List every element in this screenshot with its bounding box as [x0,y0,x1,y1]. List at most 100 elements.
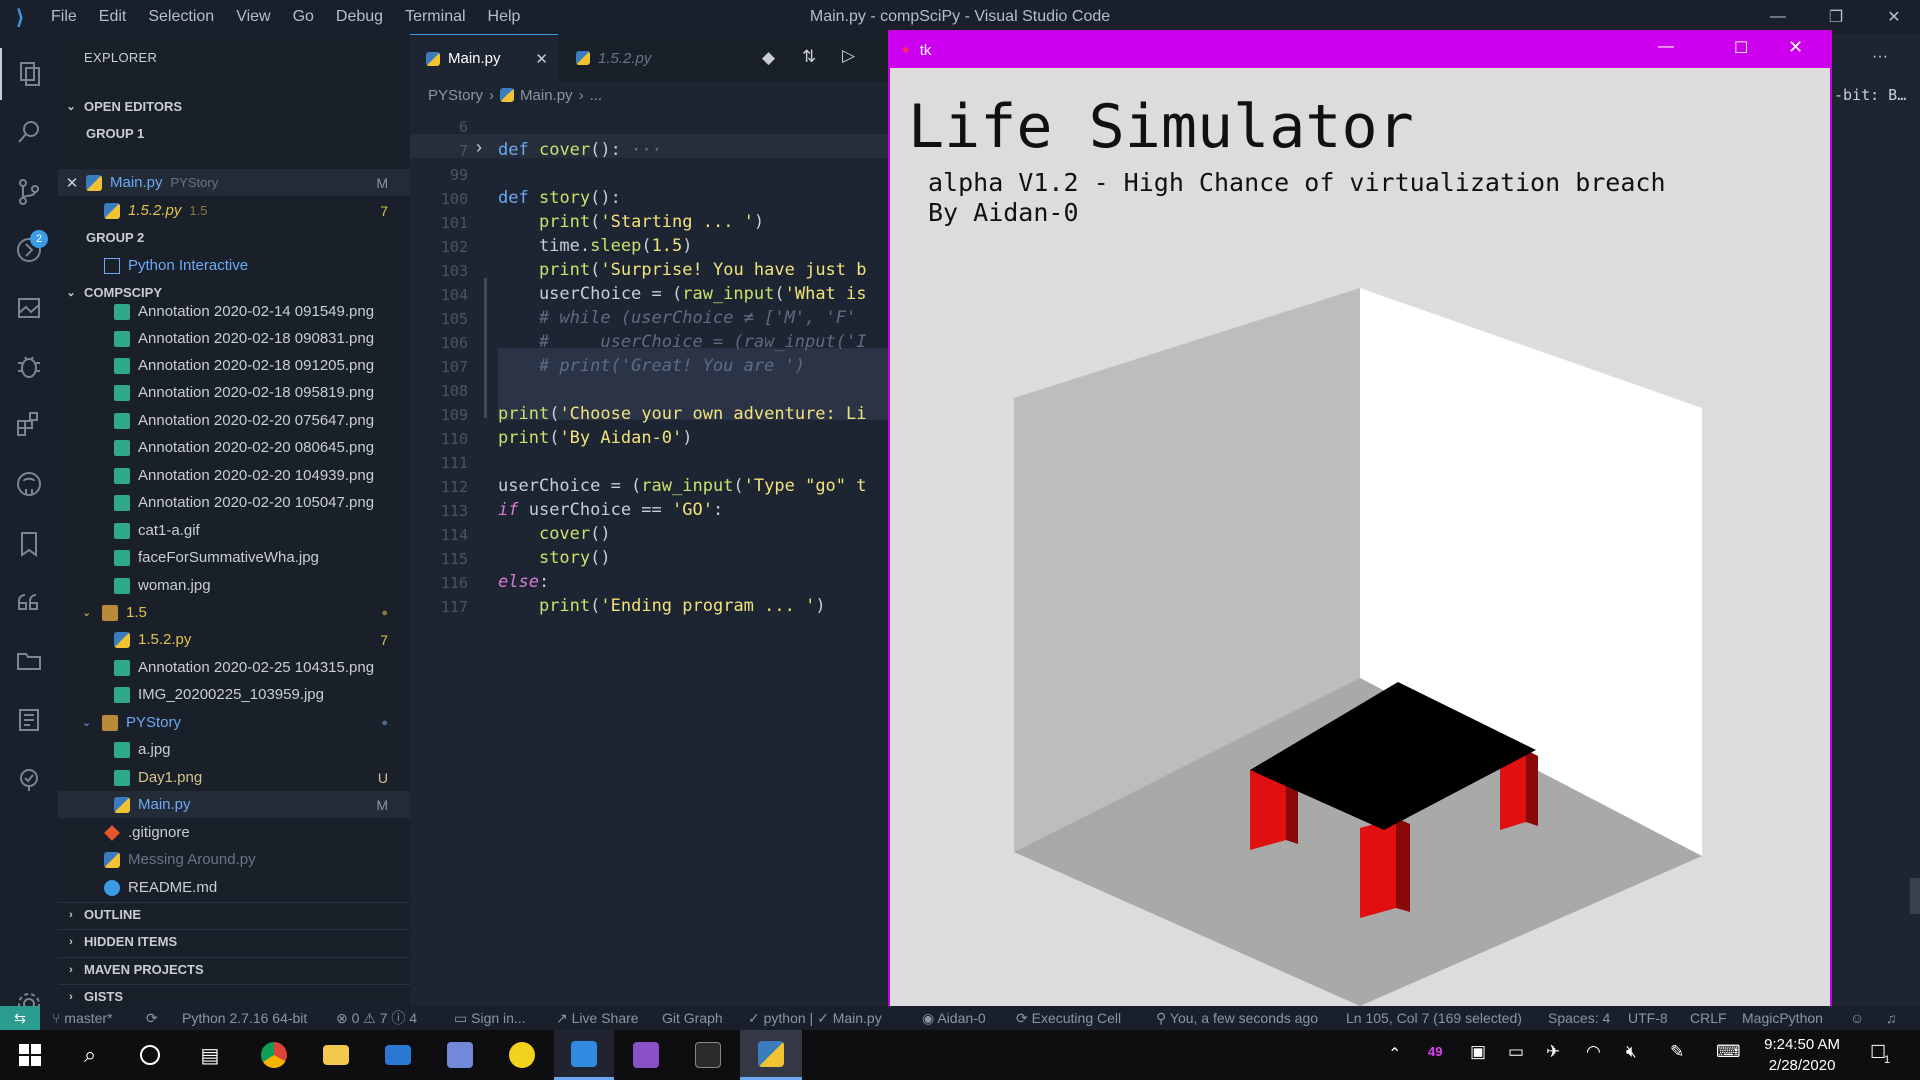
tree-item[interactable]: 1.5.2.py 7 [58,626,410,653]
tab-main-py[interactable]: Main.py ✕ [410,34,558,82]
tree-item[interactable]: Day1.png U [58,764,410,791]
scrollbar-thumb[interactable] [1910,878,1920,914]
folder-icon[interactable] [0,634,58,686]
volume-muted-icon[interactable]: 🔇︎ [1626,1042,1637,1062]
tree-item[interactable]: woman.jpg [58,572,410,599]
project-section[interactable]: ⌄ COMPSCIPY [58,280,410,304]
git-blame[interactable]: ⚲ You, a few seconds ago [1156,1006,1318,1030]
menu-debug[interactable]: Debug [325,0,394,34]
tree-item[interactable]: Annotation 2020-02-14 091549.png [58,304,410,325]
compare-changes-icon[interactable]: ⇅ [802,47,816,67]
tree-folder-1-5[interactable]: ⌄ 1.5 ● [58,599,410,626]
menu-go[interactable]: Go [282,0,325,34]
sign-in-button[interactable]: ▭ Sign in... [454,1006,526,1030]
tree-item[interactable]: Messing Around.py [58,846,410,873]
open-editor-1-5-2-py[interactable]: 1.5.2.py 1.5 7 [58,197,410,224]
search-icon[interactable] [0,106,58,158]
tree-item[interactable]: Annotation 2020-02-20 075647.png [58,407,410,434]
tray-app-icon[interactable]: ▣ [1470,1042,1486,1062]
wifi-icon[interactable]: ◠ [1586,1042,1601,1062]
github-icon[interactable] [0,458,58,510]
encoding[interactable]: UTF-8 [1628,1006,1668,1030]
tree-item[interactable]: Annotation 2020-02-18 095819.png [58,379,410,406]
hidden-items-section[interactable]: › HIDDEN ITEMS [58,929,410,953]
search-taskbar-icon[interactable]: ⌕ [60,1030,120,1080]
run-icon[interactable]: ▷ [842,46,855,66]
source-control-icon[interactable] [0,166,58,218]
tree-item[interactable]: faceForSummativeWha.jpg [58,544,410,571]
tree-item[interactable]: cat1-a.gif [58,517,410,544]
menu-selection[interactable]: Selection [137,0,225,34]
pen-icon[interactable]: ✎ [1670,1042,1684,1062]
tk-maximize-button[interactable]: ☐ [1734,38,1748,58]
explorer-icon[interactable] [0,48,58,100]
visual-studio-icon[interactable] [616,1030,676,1080]
live-share-button[interactable]: ↗ Live Share [556,1006,639,1030]
lint-status[interactable]: ✓ python | ✓ Main.py [748,1006,882,1030]
minimize-button[interactable]: — [1748,0,1808,34]
tree-item[interactable]: Annotation 2020-02-25 104315.png [58,654,410,681]
language-mode[interactable]: MagicPython [1742,1006,1823,1030]
menu-view[interactable]: View [225,0,281,34]
code-editor[interactable]: 6 7 › def cover(): ··· 99 100 def story(… [410,108,898,1008]
vpn-icon[interactable]: ✈ [1546,1042,1560,1062]
notebook-icon[interactable] [0,694,58,746]
sync-icon[interactable]: ⟳ [146,1006,158,1030]
extensions-icon[interactable] [0,398,58,450]
tab-1-5-2-py[interactable]: 1.5.2.py [558,34,708,82]
menu-edit[interactable]: Edit [88,0,138,34]
chrome-icon[interactable] [244,1030,304,1080]
tree-item[interactable]: Annotation 2020-02-18 090831.png [58,325,410,352]
tree-item[interactable]: Annotation 2020-02-20 080645.png [58,434,410,461]
app-icon[interactable] [492,1030,552,1080]
indentation[interactable]: Spaces: 4 [1548,1006,1610,1030]
tk-minimize-button[interactable]: — [1658,38,1674,56]
fold-chevron-icon[interactable]: › [476,137,482,158]
notifications-bell-icon[interactable]: ♫ [1886,1006,1897,1030]
close-window-button[interactable]: ✕ [1864,0,1920,34]
tray-chevron-up-icon[interactable]: ⌃ [1388,1044,1401,1064]
tree-item-selected[interactable]: Main.py M [58,791,410,818]
python-taskbar-icon[interactable] [740,1030,802,1080]
maven-projects-section[interactable]: › MAVEN PROJECTS [58,957,410,981]
feedback-icon[interactable]: ☺ [1850,1006,1864,1030]
tk-close-button[interactable]: ✕ [1788,37,1803,58]
quote-icon[interactable] [0,576,58,628]
menu-file[interactable]: File [40,0,88,34]
breadcrumb-symbol[interactable]: ... [590,87,603,104]
gists-section[interactable]: › GISTS [58,984,410,1008]
open-editors-section[interactable]: ⌄ OPEN EDITORS [58,94,410,118]
outline-section[interactable]: › OUTLINE [58,902,410,926]
tree-item[interactable]: a.jpg [58,736,410,763]
menu-terminal[interactable]: Terminal [394,0,476,34]
more-actions-icon[interactable]: ··· [1872,48,1888,66]
end-of-line[interactable]: CRLF [1690,1006,1727,1030]
git-graph-button[interactable]: Git Graph [662,1006,723,1030]
cursor-position[interactable]: Ln 105, Col 7 (169 selected) [1346,1006,1522,1030]
tree-item[interactable]: Annotation 2020-02-20 104939.png [58,462,410,489]
debug-icon[interactable] [0,340,58,392]
terminal-icon[interactable] [678,1030,738,1080]
live-share-user[interactable]: ◉ Aidan-0 [922,1006,986,1030]
breadcrumb-folder[interactable]: PYStory [428,87,483,104]
breadcrumb-file[interactable]: Main.py [520,87,573,104]
git-lens-icon[interactable]: ◆ [762,48,775,68]
tree-item[interactable]: Annotation 2020-02-18 091205.png [58,352,410,379]
tk-title-bar[interactable]: ✦ tk — ☐ ✕ [890,32,1830,68]
remote-icon[interactable]: ⇆ [0,1006,40,1030]
python-interpreter[interactable]: Python 2.7.16 64-bit [182,1006,307,1030]
problems-indicator[interactable]: ⊗ 0 ⚠ 7 ⓘ 4 [336,1006,417,1030]
tray-counter[interactable]: 49 [1428,1044,1442,1059]
menu-help[interactable]: Help [477,0,532,34]
battery-icon[interactable]: ▭ [1508,1042,1524,1062]
tree-item[interactable]: .gitignore [58,819,410,846]
tree-item[interactable]: Annotation 2020-02-20 105047.png [58,489,410,516]
discord-icon[interactable] [430,1030,490,1080]
tree-item[interactable]: README.md [58,874,410,901]
bookmarks-icon[interactable] [0,518,58,570]
restore-button[interactable]: ❐ [1806,0,1866,34]
task-view-icon[interactable]: ▤ [180,1030,240,1080]
close-icon[interactable]: ✕ [58,174,86,192]
cortana-icon[interactable] [120,1030,180,1080]
open-editor-python-interactive[interactable]: Python Interactive [58,252,410,279]
